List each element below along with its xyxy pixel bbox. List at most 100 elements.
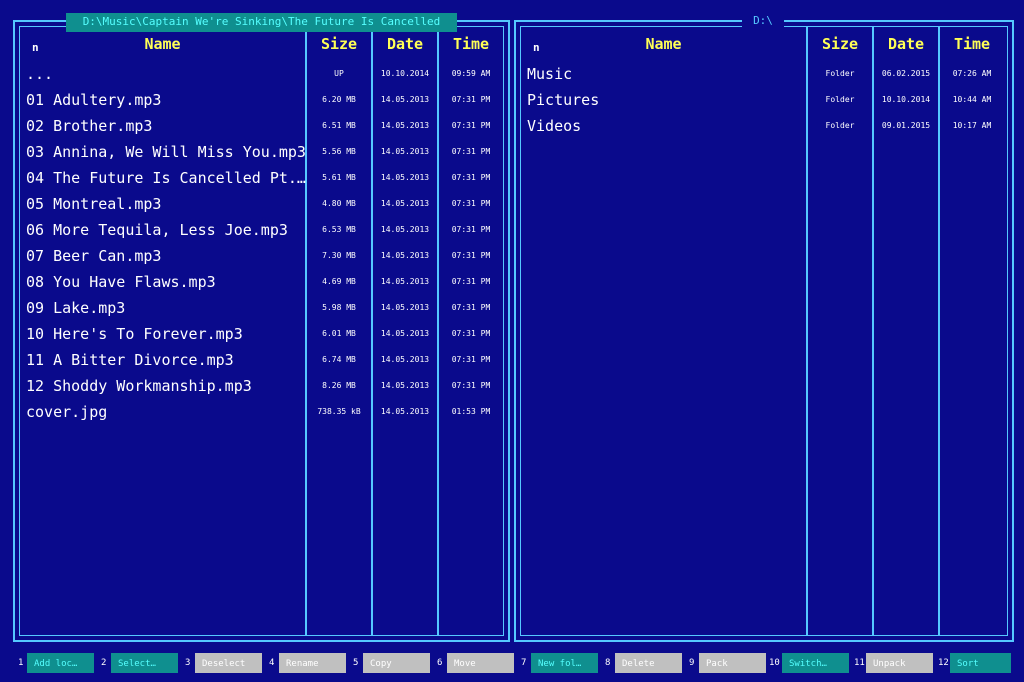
fkey-num-2: 2 <box>101 658 107 668</box>
file-date: 14.05.2013 <box>380 121 430 130</box>
rename-button[interactable]: Rename <box>279 653 346 673</box>
file-time: 07:31 PM <box>451 303 491 312</box>
file-size: 4.69 MB <box>322 277 356 286</box>
sort-button[interactable]: Sort <box>950 653 1011 673</box>
file-size: 5.56 MB <box>322 147 356 156</box>
file-time: 07:31 PM <box>451 251 491 260</box>
file-size: UP <box>334 69 344 78</box>
fkey-num-3: 3 <box>185 658 191 668</box>
right-panel-frame: n Name Size Date Time Music Folder 06.02… <box>520 26 1008 636</box>
file-size: 6.01 MB <box>322 329 356 338</box>
file-date: 14.05.2013 <box>380 329 430 338</box>
new-folder-button[interactable]: New fol… <box>531 653 598 673</box>
folder-row[interactable]: Music Folder 06.02.2015 07:26 AM <box>521 65 1007 91</box>
file-time: 07:31 PM <box>451 173 491 182</box>
folder-date: 10.10.2014 <box>881 95 931 104</box>
file-size: 6.51 MB <box>322 121 356 130</box>
file-row[interactable]: 09 Lake.mp3 5.98 MB 14.05.2013 07:31 PM <box>20 299 503 325</box>
add-location-button[interactable]: Add loc… <box>27 653 94 673</box>
left-header-n[interactable]: n <box>32 41 39 54</box>
file-date: 10.10.2014 <box>380 69 430 78</box>
file-name: 06 More Tequila, Less Joe.mp3 <box>26 221 288 239</box>
fkey-num-1: 1 <box>18 658 24 668</box>
left-file-panel[interactable]: n Name Size Date Time ... UP 10.10.2014 … <box>13 20 510 642</box>
file-date: 14.05.2013 <box>380 355 430 364</box>
switch-button[interactable]: Switch… <box>782 653 849 673</box>
file-row[interactable]: 03 Annina, We Will Miss You.mp3 5.56 MB … <box>20 143 503 169</box>
file-row[interactable]: 11 A Bitter Divorce.mp3 6.74 MB 14.05.20… <box>20 351 503 377</box>
file-time: 07:31 PM <box>451 95 491 104</box>
fkey-num-9: 9 <box>689 658 695 668</box>
fkey-num-8: 8 <box>605 658 611 668</box>
file-name: 03 Annina, We Will Miss You.mp3 <box>26 143 306 161</box>
file-date: 14.05.2013 <box>380 251 430 260</box>
left-header-date[interactable]: Date <box>373 35 437 53</box>
file-size: 6.20 MB <box>322 95 356 104</box>
file-name: cover.jpg <box>26 403 108 421</box>
file-row[interactable]: 02 Brother.mp3 6.51 MB 14.05.2013 07:31 … <box>20 117 503 143</box>
fkey-num-7: 7 <box>521 658 527 668</box>
file-date: 14.05.2013 <box>380 147 430 156</box>
delete-button[interactable]: Delete <box>615 653 682 673</box>
file-size: 6.74 MB <box>322 355 356 364</box>
file-name: 05 Montreal.mp3 <box>26 195 162 213</box>
file-row[interactable]: 12 Shoddy Workmanship.mp3 8.26 MB 14.05.… <box>20 377 503 403</box>
file-row[interactable]: 07 Beer Can.mp3 7.30 MB 14.05.2013 07:31… <box>20 247 503 273</box>
folder-row[interactable]: Videos Folder 09.01.2015 10:17 AM <box>521 117 1007 143</box>
file-time: 07:31 PM <box>451 199 491 208</box>
right-header-name[interactable]: Name <box>561 35 766 53</box>
file-time: 07:31 PM <box>451 329 491 338</box>
pack-button[interactable]: Pack <box>699 653 766 673</box>
file-name: 02 Brother.mp3 <box>26 117 153 135</box>
folder-date: 09.01.2015 <box>881 121 931 130</box>
left-header-size[interactable]: Size <box>307 35 371 53</box>
fkey-num-10: 10 <box>769 658 780 668</box>
file-size: 738.35 kB <box>317 407 361 416</box>
select-button[interactable]: Select… <box>111 653 178 673</box>
right-file-panel[interactable]: n Name Size Date Time Music Folder 06.02… <box>514 20 1014 642</box>
file-row[interactable]: cover.jpg 738.35 kB 14.05.2013 01:53 PM <box>20 403 503 429</box>
right-header-n[interactable]: n <box>533 41 540 54</box>
copy-button[interactable]: Copy <box>363 653 430 673</box>
folder-size: Folder <box>825 95 855 104</box>
file-name: 07 Beer Can.mp3 <box>26 247 162 265</box>
left-header-name[interactable]: Name <box>60 35 265 53</box>
file-row[interactable]: 08 You Have Flaws.mp3 4.69 MB 14.05.2013… <box>20 273 503 299</box>
file-date: 14.05.2013 <box>380 381 430 390</box>
deselect-button[interactable]: Deselect <box>195 653 262 673</box>
file-row[interactable]: 10 Here's To Forever.mp3 6.01 MB 14.05.2… <box>20 325 503 351</box>
file-date: 14.05.2013 <box>380 225 430 234</box>
right-header-time[interactable]: Time <box>940 35 1004 53</box>
fkey-num-11: 11 <box>854 658 865 668</box>
left-header-time[interactable]: Time <box>439 35 503 53</box>
file-time: 07:31 PM <box>451 147 491 156</box>
right-header-size[interactable]: Size <box>808 35 872 53</box>
fkey-num-4: 4 <box>269 658 275 668</box>
file-size: 7.30 MB <box>322 251 356 260</box>
folder-date: 06.02.2015 <box>881 69 931 78</box>
file-name: 01 Adultery.mp3 <box>26 91 162 109</box>
function-key-bar: 1 Add loc… 2 Select… 3 Deselect 4 Rename… <box>0 653 1024 673</box>
unpack-button[interactable]: Unpack <box>866 653 933 673</box>
file-date: 14.05.2013 <box>380 199 430 208</box>
file-size: 5.61 MB <box>322 173 356 182</box>
file-date: 14.05.2013 <box>380 277 430 286</box>
file-name: ... <box>26 65 54 83</box>
folder-row[interactable]: Pictures Folder 10.10.2014 10:44 AM <box>521 91 1007 117</box>
file-row[interactable]: ... UP 10.10.2014 09:59 AM <box>20 65 503 91</box>
folder-time: 10:17 AM <box>952 121 992 130</box>
file-time: 07:31 PM <box>451 121 491 130</box>
fkey-num-6: 6 <box>437 658 443 668</box>
file-size: 4.80 MB <box>322 199 356 208</box>
file-size: 8.26 MB <box>322 381 356 390</box>
file-name: 11 A Bitter Divorce.mp3 <box>26 351 234 369</box>
right-header-date[interactable]: Date <box>874 35 938 53</box>
file-name: 12 Shoddy Workmanship.mp3 <box>26 377 252 395</box>
file-row[interactable]: 01 Adultery.mp3 6.20 MB 14.05.2013 07:31… <box>20 91 503 117</box>
file-name: 10 Here's To Forever.mp3 <box>26 325 243 343</box>
move-button[interactable]: Move <box>447 653 514 673</box>
file-row[interactable]: 05 Montreal.mp3 4.80 MB 14.05.2013 07:31… <box>20 195 503 221</box>
file-row[interactable]: 06 More Tequila, Less Joe.mp3 6.53 MB 14… <box>20 221 503 247</box>
file-time: 07:31 PM <box>451 381 491 390</box>
file-row[interactable]: 04 The Future Is Cancelled Pt.… 5.61 MB … <box>20 169 503 195</box>
